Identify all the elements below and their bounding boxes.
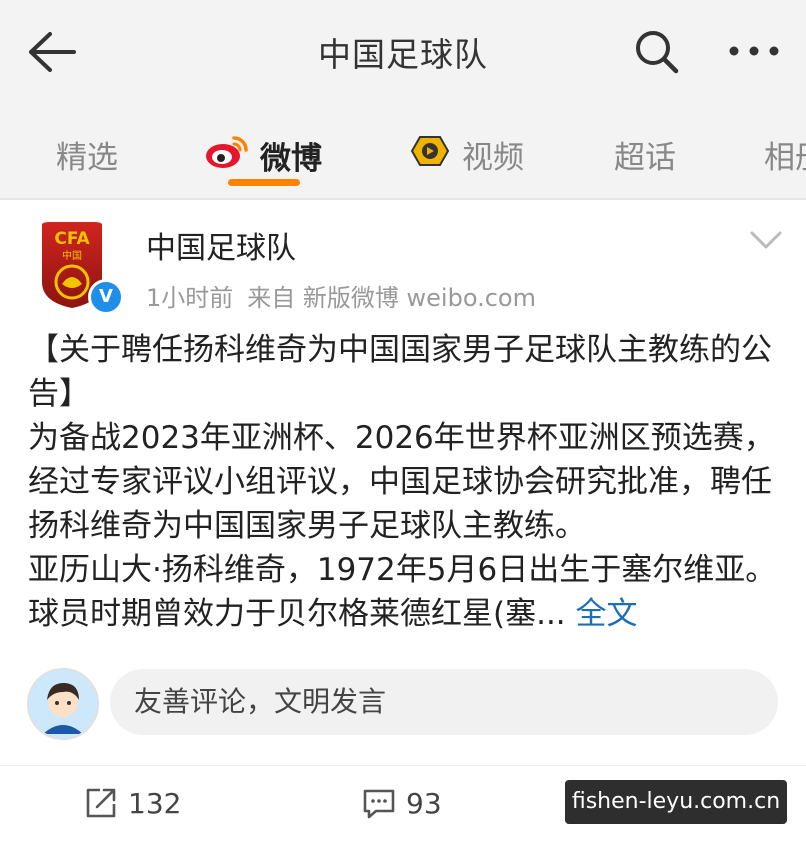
tab-weibo[interactable]: 微博 <box>204 132 322 178</box>
post-source: 来自 新版微博 weibo.com <box>247 284 536 312</box>
divider <box>0 765 806 766</box>
top-bar: 中国足球队 <box>0 0 806 102</box>
comment-bar: 友善评论，文明发言 <box>0 662 806 742</box>
tab-label: 精选 <box>56 140 118 176</box>
tab-super-topic[interactable]: 超话 <box>614 132 676 177</box>
post-text: 【关于聘任扬科维奇为中国国家男子足球队主教练的公告】 为备战2023年亚洲杯、2… <box>28 328 780 636</box>
video-icon <box>408 133 452 177</box>
tab-album[interactable]: 相册 <box>764 132 806 177</box>
tab-label: 相册 <box>764 140 806 176</box>
avatar-logo-text: CFA <box>54 229 90 249</box>
weibo-post: CFA 中国 V 中国足球队 1小时前 来自 新版微博 weibo.com 【关于… <box>0 200 806 842</box>
tab-video[interactable]: 视频 <box>408 132 524 177</box>
comment-button[interactable]: 93 <box>362 786 442 820</box>
active-tab-indicator <box>228 179 300 186</box>
profile-tabs: 精选 微博 视频 超话 相册 <box>0 102 806 200</box>
author-name[interactable]: 中国足球队 <box>146 223 296 267</box>
verified-badge-icon: V <box>88 279 124 315</box>
search-icon[interactable] <box>632 27 680 75</box>
comment-icon <box>363 789 395 819</box>
repost-icon <box>86 788 116 818</box>
read-more-link[interactable]: 全文 <box>576 596 638 632</box>
tab-label: 微博 <box>260 140 322 177</box>
weibo-icon <box>204 132 250 178</box>
post-meta: 1小时前 来自 新版微博 weibo.com <box>146 278 550 313</box>
tab-label: 超话 <box>614 140 676 176</box>
comment-input[interactable]: 友善评论，文明发言 <box>110 669 778 735</box>
user-avatar[interactable] <box>27 668 99 740</box>
avatar-logo-sub: 中国 <box>62 249 82 262</box>
page-title: 中国足球队 <box>318 35 488 74</box>
repost-button[interactable]: 132 <box>84 786 181 820</box>
post-time: 1小时前 <box>146 284 234 312</box>
repost-count: 132 <box>128 786 182 820</box>
chevron-down-icon[interactable] <box>748 228 784 252</box>
comment-count: 93 <box>406 786 442 820</box>
watermark: fishen-leyu.com.cn <box>565 780 787 824</box>
tab-featured[interactable]: 精选 <box>56 132 118 177</box>
tab-label: 视频 <box>462 140 524 176</box>
more-horizontal-icon[interactable] <box>726 33 782 69</box>
post-body: 【关于聘任扬科维奇为中国国家男子足球队主教练的公告】 为备战2023年亚洲杯、2… <box>28 332 777 632</box>
